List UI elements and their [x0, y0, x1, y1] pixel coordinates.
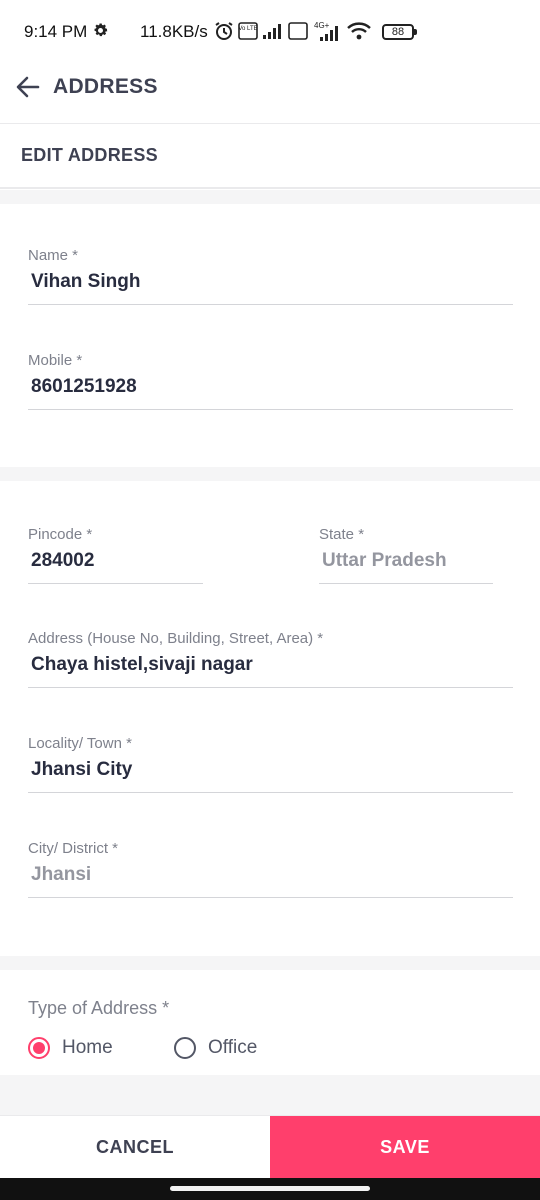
wifi-icon [347, 22, 371, 40]
section-gap [0, 467, 540, 481]
radio-home-label: Home [62, 1037, 113, 1058]
name-label: Name * [28, 247, 79, 264]
save-button[interactable]: SAVE [270, 1116, 540, 1179]
city-input[interactable]: Jhansi [31, 864, 91, 886]
system-nav-bar [0, 1178, 540, 1200]
city-label: City/ District * [28, 840, 118, 857]
battery-icon: 88 [382, 24, 417, 40]
radio-office[interactable]: Office [174, 1033, 257, 1063]
home-gesture-handle[interactable] [170, 1186, 370, 1191]
radio-home[interactable]: Home [28, 1033, 113, 1063]
locality-input[interactable]: Jhansi City [31, 759, 132, 781]
radio-home-selected-icon[interactable] [28, 1037, 50, 1059]
state-label: State * [319, 526, 365, 543]
address-type-card: Type of Address * Home Office [0, 970, 540, 1075]
svg-text:Vo LTE: Vo LTE [238, 26, 257, 32]
section-title: EDIT ADDRESS [21, 145, 158, 165]
page-title: ADDRESS [53, 75, 158, 98]
state-input[interactable]: Uttar Pradesh [322, 550, 447, 572]
volte-icon-2 [288, 22, 308, 40]
gear-icon [94, 23, 108, 37]
pincode-label: Pincode * [28, 526, 93, 543]
status-time: 9:14 PM [24, 22, 88, 41]
pincode-input[interactable]: 284002 [31, 550, 94, 572]
net-speed: 11.8KB/s [140, 22, 208, 41]
status-bar: 9:14 PM 11.8KB/s Vo LTE 4G+ 88 [0, 0, 540, 64]
address-card: Pincode * 284002 State * Uttar Pradesh A… [0, 481, 540, 956]
arrow-left-icon[interactable] [14, 73, 42, 101]
address-input[interactable]: Chaya histel,sivaji nagar [31, 654, 253, 676]
name-underline [28, 304, 513, 305]
name-input[interactable]: Vihan Singh [31, 271, 140, 293]
pincode-underline [28, 583, 203, 584]
address-underline [28, 687, 513, 688]
mobile-underline [28, 409, 513, 410]
svg-text:4G+: 4G+ [314, 21, 330, 30]
address-label: Address (House No, Building, Street, Are… [28, 630, 324, 647]
app-header: ADDRESS [0, 64, 540, 124]
signal-4g-icon: 4G+ [314, 21, 338, 41]
action-bar: CANCEL SAVE [0, 1115, 540, 1179]
mobile-input[interactable]: 8601251928 [31, 376, 137, 398]
radio-office-label: Office [208, 1037, 258, 1058]
mobile-label: Mobile * [28, 352, 83, 369]
signal-icon [263, 24, 281, 39]
alarm-icon [215, 22, 233, 40]
locality-underline [28, 792, 513, 793]
cancel-button[interactable]: CANCEL [0, 1116, 270, 1179]
city-underline [28, 897, 513, 898]
section-gap [0, 1075, 540, 1115]
volte-icon: Vo LTE [238, 22, 258, 40]
section-gap [0, 190, 540, 204]
radio-office-icon[interactable] [174, 1037, 196, 1059]
contact-card: Name * Vihan Singh Mobile * 8601251928 [0, 204, 540, 467]
status-icons: Vo LTE 4G+ [214, 18, 372, 44]
locality-label: Locality/ Town * [28, 735, 132, 752]
address-type-label: Type of Address * [28, 998, 170, 1018]
state-underline [319, 583, 493, 584]
section-gap [0, 956, 540, 970]
section-header: EDIT ADDRESS [0, 125, 540, 189]
battery-level: 88 [391, 26, 405, 38]
